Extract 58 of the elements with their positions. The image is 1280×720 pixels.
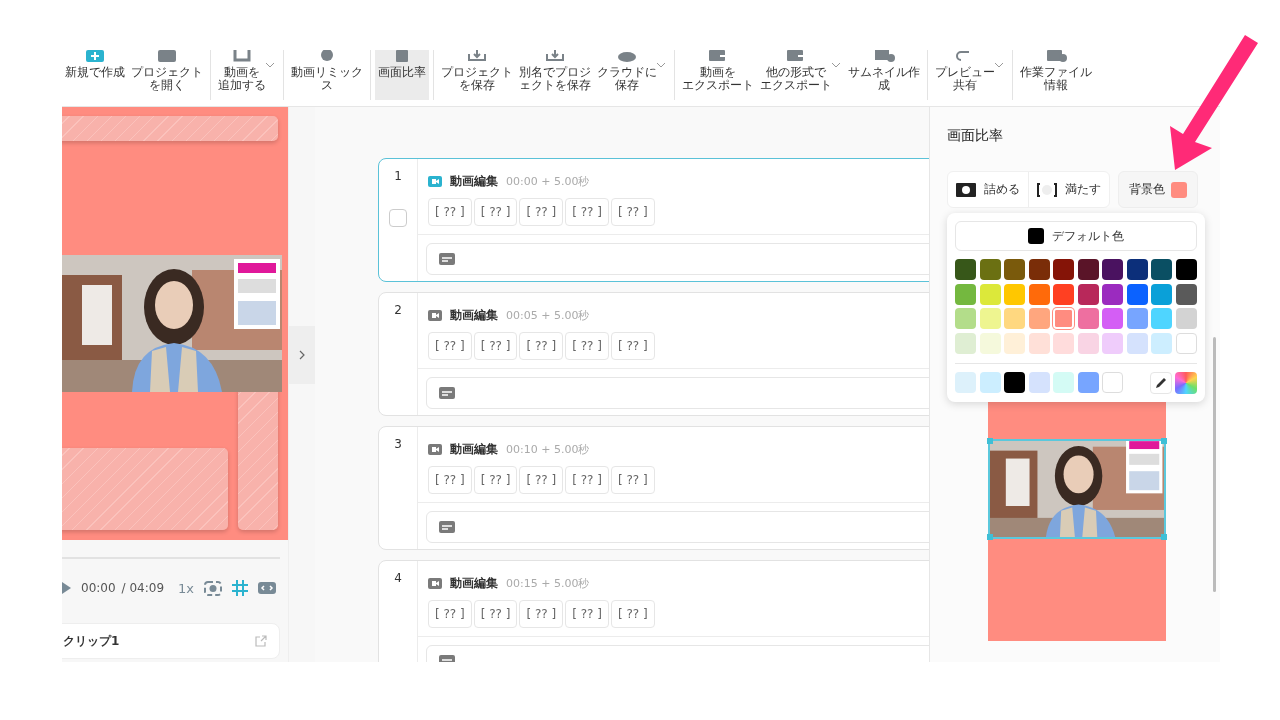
text-chip[interactable]: [ ?? ]	[473, 466, 518, 494]
toolbar-button[interactable]: 他の形式で エクスポート	[757, 50, 835, 100]
clip-label: クリップ1	[63, 632, 120, 650]
background-color-button[interactable]: 背景色	[1118, 171, 1198, 208]
toolbar-button[interactable]: クラウドに 保存	[594, 50, 660, 100]
scene-time: 00:00 + 5.00秒	[506, 174, 590, 189]
text-chip[interactable]: [ ?? ]	[519, 198, 564, 226]
fit-option[interactable]: 満たす	[1029, 172, 1109, 207]
text-chip[interactable]: [ ?? ]	[519, 466, 564, 494]
duration: / 04:09	[121, 581, 165, 595]
scene-card[interactable]: 3 動画編集 00:10 + 5.00秒 [ ?? ] [ ?? ] [ ?? ] [ ?? ] [ ?? ]	[378, 426, 929, 550]
text-chip[interactable]: [ ?? ]	[428, 198, 472, 226]
scene-time: 00:05 + 5.00秒	[506, 308, 590, 323]
panel-title: 画面比率	[946, 126, 1004, 145]
toolbar-button[interactable]: 新規で作成	[62, 50, 128, 100]
toolbar-button[interactable]: 動画リミック ス	[288, 50, 366, 100]
toolbar-button[interactable]: 動画を エクスポート	[679, 50, 757, 100]
text-chip[interactable]: [ ?? ]	[565, 332, 609, 360]
scene-title: 動画編集	[450, 307, 498, 324]
default-color-button[interactable]: デフォルト色	[955, 221, 1197, 251]
scene-card[interactable]: 1 動画編集 00:00 + 5.00秒 [ ?? ] [ ?? ] [ ?? ] [ ?? ] [ ?? ]	[378, 158, 929, 282]
scene-number: 4	[394, 571, 402, 585]
scene-time: 00:15 + 5.00秒	[506, 576, 590, 591]
scene-time: 00:10 + 5.00秒	[506, 442, 590, 457]
text-chip[interactable]: [ ?? ]	[428, 600, 472, 628]
toolbar-button[interactable]: 動画を 追加する	[215, 50, 269, 100]
scene-title: 動画編集	[450, 173, 498, 190]
scene-title: 動画編集	[450, 575, 498, 592]
toolbar-button[interactable]: プロジェクト を保存	[438, 50, 516, 100]
text-chip[interactable]: [ ?? ]	[428, 466, 472, 494]
scene-card[interactable]: 4 動画編集 00:15 + 5.00秒 [ ?? ] [ ?? ] [ ?? ] [ ?? ] [ ?? ]	[378, 560, 929, 662]
text-chip[interactable]: [ ?? ]	[519, 600, 564, 628]
text-chip[interactable]: [ ?? ]	[519, 332, 564, 360]
text-chip[interactable]: [ ?? ]	[565, 466, 609, 494]
current-time: 00:00	[81, 581, 116, 595]
text-chip[interactable]: [ ?? ]	[610, 466, 655, 494]
clip-item[interactable]: クリップ1	[62, 623, 280, 659]
text-chip[interactable]: [ ?? ]	[565, 198, 609, 226]
text-chip[interactable]: [ ?? ]	[473, 198, 518, 226]
toolbar-button[interactable]: 別名でプロジ ェクトを保存	[516, 50, 594, 100]
scene-number: 3	[394, 437, 402, 451]
scene-card[interactable]: 2 動画編集 00:05 + 5.00秒 [ ?? ] [ ?? ] [ ?? ] [ ?? ] [ ?? ]	[378, 292, 929, 416]
text-chip[interactable]: [ ?? ]	[610, 600, 655, 628]
toolbar-button[interactable]: プロジェクト を開く	[128, 50, 206, 100]
scene-number: 1	[394, 169, 402, 183]
text-chip[interactable]: [ ?? ]	[428, 332, 472, 360]
text-chip[interactable]: [ ?? ]	[565, 600, 609, 628]
text-chip[interactable]: [ ?? ]	[473, 600, 518, 628]
text-chip[interactable]: [ ?? ]	[473, 332, 518, 360]
toolbar-button[interactable]: サムネイル作 成	[845, 50, 923, 100]
toolbar-button[interactable]: 作業ファイル 情報	[1017, 50, 1095, 100]
scene-number: 2	[394, 303, 402, 317]
text-chip[interactable]: [ ?? ]	[610, 332, 655, 360]
fit-option[interactable]: 詰める	[948, 172, 1029, 207]
text-chip[interactable]: [ ?? ]	[610, 198, 655, 226]
toolbar-button[interactable]: プレビュー 共有	[932, 50, 998, 100]
scene-title: 動画編集	[450, 441, 498, 458]
toolbar-button[interactable]: 画面比率	[375, 50, 429, 100]
